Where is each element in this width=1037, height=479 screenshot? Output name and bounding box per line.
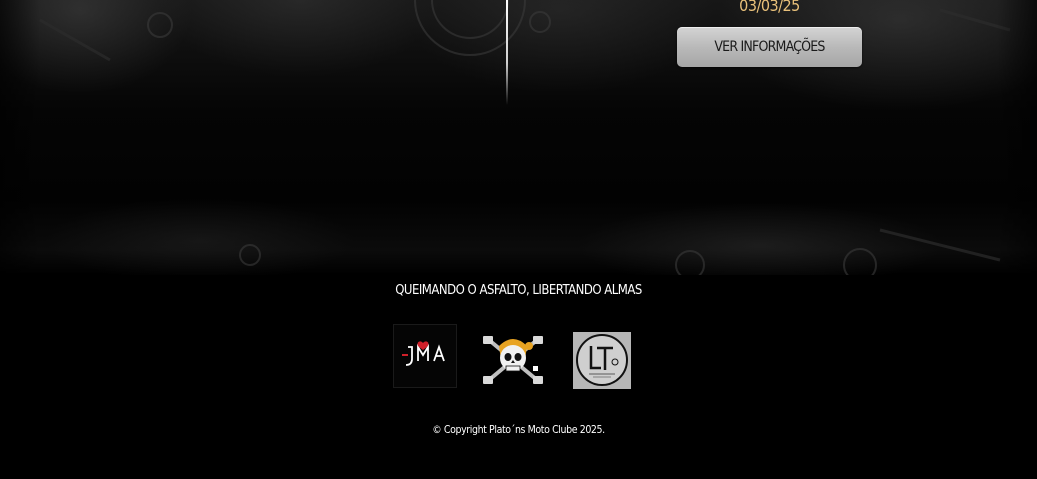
jma-logo[interactable] xyxy=(393,324,457,388)
event-date: 03/03/25 xyxy=(739,0,800,15)
skull-pistons-logo[interactable] xyxy=(479,332,547,386)
skull-pistons-icon xyxy=(483,336,543,384)
lt-logo-icon xyxy=(576,334,628,386)
page: 03/03/25 VER INFORMAÇÕES QUEIMANDO O ASF… xyxy=(0,0,1037,479)
footer-tagline: QUEIMANDO O ASFALTO, LIBERTANDO ALMAS xyxy=(395,283,642,298)
lt-logo[interactable] xyxy=(573,332,631,389)
jma-logo-icon xyxy=(402,341,445,366)
hero-divider-line xyxy=(506,0,508,105)
copyright-text: © Copyright Plato´ns Moto Clube 2025. xyxy=(432,424,605,436)
ver-informacoes-button[interactable]: VER INFORMAÇÕES xyxy=(677,27,862,67)
hero-vignette xyxy=(0,0,1037,275)
